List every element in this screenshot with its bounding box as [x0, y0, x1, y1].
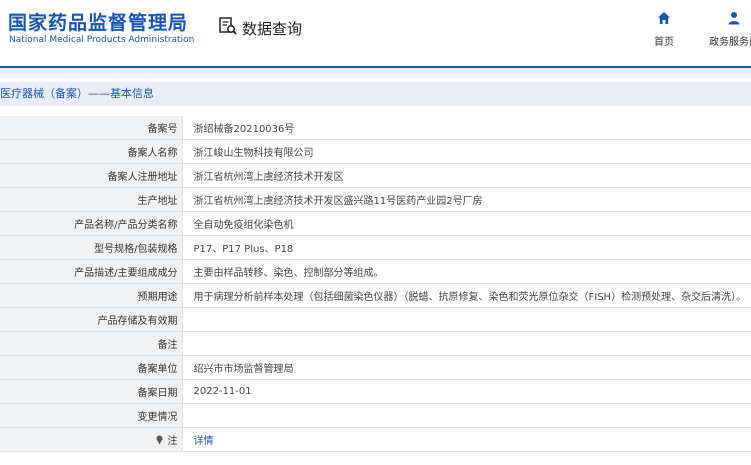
- row-key: 备案日期: [0, 379, 183, 404]
- row-value: 浙江峻山生物科技有限公司: [182, 139, 751, 164]
- nav-government-service[interactable]: 政务服务门: [704, 10, 751, 48]
- header-subbar: [0, 68, 751, 78]
- row-key: 产品名称/产品分类名称: [0, 211, 183, 236]
- table-row: 生产地址 浙江省杭州湾上虞经济技术开发区盛兴路11号医药产业园2号厂房: [0, 187, 751, 212]
- table-row: 型号规格/包装规格 P17、P17 Plus、P18: [0, 235, 751, 260]
- row-key: 备注: [0, 331, 183, 356]
- row-key: 备案单位: [0, 355, 183, 380]
- row-value: 主要由样品转移、染色、控制部分等组成。: [182, 259, 751, 284]
- row-value: P17、P17 Plus、P18: [182, 235, 751, 260]
- row-key: 备案人名称: [0, 139, 183, 164]
- row-value-note: 详情: [182, 427, 751, 452]
- user-icon: [727, 10, 741, 29]
- home-icon: [657, 10, 671, 29]
- row-value: [182, 403, 751, 428]
- table-row: 产品存储及有效期: [0, 307, 751, 332]
- table-row: 产品描述/主要组成成分 主要由样品转移、染色、控制部分等组成。: [0, 259, 751, 284]
- pin-icon: [155, 435, 167, 447]
- row-key-note: 注: [0, 427, 183, 452]
- record-detail-table: 备案号 浙绍械备20210036号 备案人名称 浙江峻山生物科技有限公司 备案人注册地址…: [0, 116, 751, 452]
- table-row: 备案日期 2022-11-01: [0, 379, 751, 404]
- document-search-icon: [218, 16, 238, 40]
- table-row-note: 注 详情: [0, 427, 751, 452]
- data-query-title: 数据查询: [218, 16, 302, 40]
- data-query-label: 数据查询: [242, 19, 303, 38]
- table-row: 备案人注册地址 浙江省杭州湾上虞经济技术开发区: [0, 163, 751, 188]
- row-value: 用于病理分析前样本处理（包括细菌染色仪器）（脱蜡、抗原修复、染色和荧光原位杂交（…: [182, 283, 751, 308]
- site-header: 国家药品监督管理局 National Medical Products Admi…: [0, 0, 751, 66]
- table-row: 备注: [0, 331, 751, 356]
- row-value: [182, 331, 751, 356]
- row-key: 变更情况: [0, 403, 183, 428]
- breadcrumb: 医疗器械（备案）——基本信息: [0, 82, 751, 106]
- row-value: 浙江省杭州湾上虞经济技术开发区: [182, 163, 751, 188]
- row-key: 产品描述/主要组成成分: [0, 259, 183, 284]
- row-value: [182, 307, 751, 332]
- table-row: 产品名称/产品分类名称 全自动免疫组化染色机: [0, 211, 751, 236]
- row-key: 备案号: [0, 116, 183, 140]
- row-value: 浙江省杭州湾上虞经济技术开发区盛兴路11号医药产业园2号厂房: [182, 187, 751, 212]
- table-row: 备案单位 绍兴市市场监督管理局: [0, 355, 751, 380]
- site-logo-subtitle[interactable]: National Medical Products Administration: [9, 35, 194, 45]
- row-value: 浙绍械备20210036号: [182, 116, 751, 140]
- nav-home[interactable]: 首页: [650, 10, 678, 48]
- nav-home-label: 首页: [654, 37, 674, 48]
- row-key: 预期用途: [0, 283, 183, 308]
- row-key: 产品存储及有效期: [0, 307, 183, 332]
- row-value: 绍兴市市场监督管理局: [182, 355, 751, 380]
- note-key-label: 注: [167, 436, 178, 447]
- row-key: 备案人注册地址: [0, 163, 183, 188]
- row-key: 生产地址: [0, 187, 183, 212]
- table-row: 备案人名称 浙江峻山生物科技有限公司: [0, 139, 751, 164]
- details-link[interactable]: 详情: [194, 436, 214, 447]
- table-row: 预期用途 用于病理分析前样本处理（包括细菌染色仪器）（脱蜡、抗原修复、染色和荧光原…: [0, 283, 751, 308]
- site-logo-title[interactable]: 国家药品监督管理局: [8, 8, 188, 35]
- row-key: 型号规格/包装规格: [0, 235, 183, 260]
- row-value: 2022-11-01: [182, 379, 751, 404]
- nav-government-service-label: 政务服务门: [709, 37, 751, 48]
- table-row: 备案号 浙绍械备20210036号: [0, 116, 751, 140]
- table-row: 变更情况: [0, 403, 751, 428]
- row-value: 全自动免疫组化染色机: [182, 211, 751, 236]
